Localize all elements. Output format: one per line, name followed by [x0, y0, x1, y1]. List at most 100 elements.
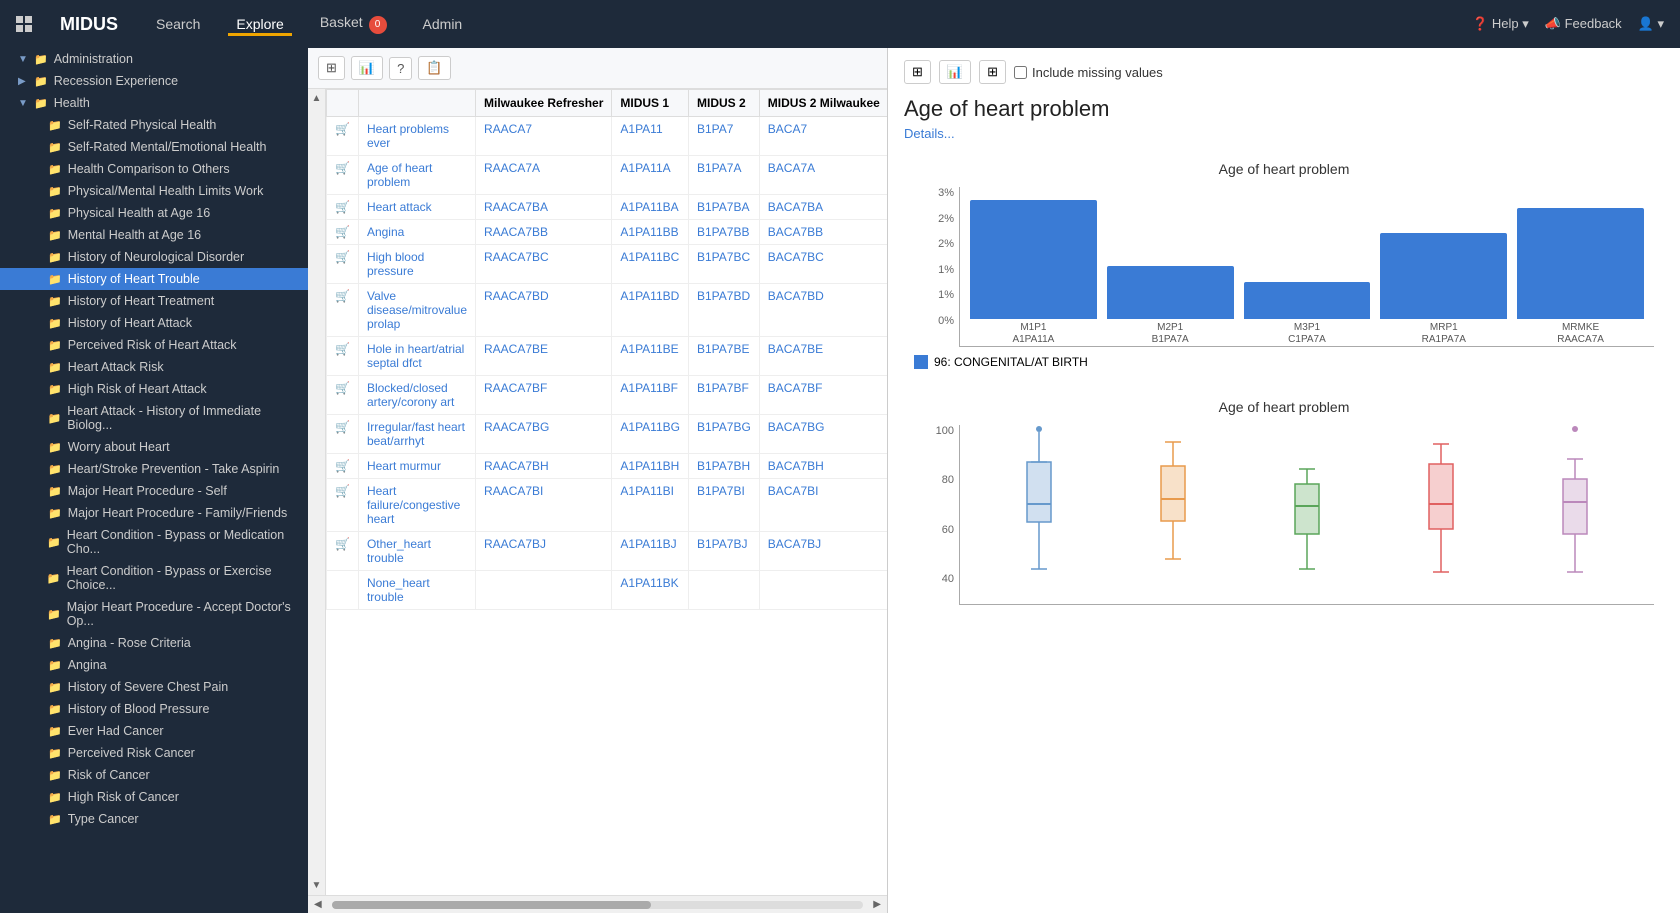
cart-icon[interactable]: 🛒 — [335, 420, 350, 434]
sidebar-item-health[interactable]: ▼ 📁 Health — [0, 92, 308, 114]
sidebar-item-self-mental[interactable]: 📁 Self-Rated Mental/Emotional Health — [0, 136, 308, 158]
var-code-link[interactable]: BACA7BB — [768, 225, 823, 239]
var-code-cell[interactable]: A1PA11BE — [612, 337, 689, 376]
var-code-cell[interactable]: B1PA7BD — [688, 284, 759, 337]
cart-icon[interactable]: 🛒 — [335, 225, 350, 239]
var-code-cell[interactable]: RAACA7BG — [476, 415, 612, 454]
sidebar-item-major-heart-family[interactable]: 📁 Major Heart Procedure - Family/Friends — [0, 502, 308, 524]
nav-search[interactable]: Search — [148, 12, 208, 36]
var-code-cell[interactable]: BACA7BA — [759, 195, 887, 220]
cart-cell[interactable]: 🛒 — [327, 220, 359, 245]
var-code-cell[interactable]: RAACA7BB — [476, 220, 612, 245]
var-code-link[interactable]: A1PA11BJ — [620, 537, 676, 551]
sidebar-item-heart-trouble[interactable]: 📁 History of Heart Trouble — [0, 268, 308, 290]
var-code-link[interactable]: RAACA7BD — [484, 289, 549, 303]
sidebar-item-aspirin[interactable]: 📁 Heart/Stroke Prevention - Take Aspirin — [0, 458, 308, 480]
var-code-cell[interactable]: B1PA7BC — [688, 245, 759, 284]
var-code-link[interactable]: BACA7BC — [768, 250, 824, 264]
var-code-link[interactable]: B1PA7BE — [697, 342, 749, 356]
var-code-link[interactable]: RAACA7A — [484, 161, 540, 175]
var-code-link[interactable]: A1PA11BF — [620, 381, 678, 395]
var-code-cell[interactable]: RAACA7BH — [476, 454, 612, 479]
chart-details-link[interactable]: Details... — [904, 126, 1664, 141]
var-code-link[interactable]: B1PA7BC — [697, 250, 750, 264]
cart-cell[interactable]: 🛒 — [327, 245, 359, 284]
var-link[interactable]: Irregular/fast heart beat/arrhyt — [367, 420, 465, 448]
sidebar-item-neuro[interactable]: 📁 History of Neurological Disorder — [0, 246, 308, 268]
var-code-link[interactable]: RAACA7BJ — [484, 537, 546, 551]
var-code-cell[interactable]: BACA7A — [759, 156, 887, 195]
feedback-link[interactable]: 📣 Feedback — [1545, 16, 1622, 32]
var-code-cell[interactable]: BACA7BD — [759, 284, 887, 337]
var-code-cell[interactable]: BACA7BE — [759, 337, 887, 376]
sidebar-item-angina-rose[interactable]: 📁 Angina - Rose Criteria — [0, 632, 308, 654]
var-code-link[interactable]: RAACA7BB — [484, 225, 548, 239]
var-link[interactable]: High blood pressure — [367, 250, 424, 278]
var-code-link[interactable]: B1PA7BD — [697, 289, 750, 303]
var-code-link[interactable]: BACA7BH — [768, 459, 824, 473]
var-code-cell[interactable]: A1PA11 — [612, 117, 689, 156]
var-code-cell[interactable]: A1PA11BF — [612, 376, 689, 415]
var-code-cell[interactable]: RAACA7 — [476, 117, 612, 156]
sidebar-item-physical-age16[interactable]: 📁 Physical Health at Age 16 — [0, 202, 308, 224]
sidebar-item-heart-attack-history[interactable]: 📁 History of Heart Attack — [0, 312, 308, 334]
var-link[interactable]: Age of heart problem — [367, 161, 432, 189]
sidebar-item-ever-cancer[interactable]: 📁 Ever Had Cancer — [0, 720, 308, 742]
sidebar-item-blood-pressure[interactable]: 📁 History of Blood Pressure — [0, 698, 308, 720]
var-code-link[interactable]: RAACA7BG — [484, 420, 549, 434]
download-btn[interactable]: 📋 — [418, 56, 450, 80]
var-code-cell[interactable]: BACA7 — [759, 117, 887, 156]
var-code-link[interactable]: B1PA7BA — [697, 200, 749, 214]
sidebar-item-bypass-ex[interactable]: 📁 Heart Condition - Bypass or Exercise C… — [0, 560, 308, 596]
sidebar-item-physical-mental-limits[interactable]: 📁 Physical/Mental Health Limits Work — [0, 180, 308, 202]
var-code-link[interactable]: B1PA7BG — [697, 420, 751, 434]
var-code-link[interactable]: RAACA7BA — [484, 200, 548, 214]
chart-view-btn[interactable]: 📊 — [351, 56, 383, 80]
cart-icon[interactable]: 🛒 — [335, 484, 350, 498]
var-code-cell[interactable]: A1PA11A — [612, 156, 689, 195]
var-code-cell[interactable]: B1PA7BA — [688, 195, 759, 220]
app-grid-icon[interactable] — [16, 16, 32, 32]
var-code-link[interactable]: BACA7BF — [768, 381, 823, 395]
var-code-cell[interactable]: A1PA11BJ — [612, 532, 689, 571]
var-code-link[interactable]: B1PA7BH — [697, 459, 750, 473]
table-scroll[interactable]: Milwaukee Refresher MIDUS 1 MIDUS 2 MIDU… — [326, 89, 887, 895]
cart-cell[interactable]: 🛒 — [327, 284, 359, 337]
var-code-link[interactable]: BACA7BA — [768, 200, 823, 214]
chart-bar-btn[interactable]: 📊 — [939, 60, 971, 84]
var-link[interactable]: Other_heart trouble — [367, 537, 431, 565]
sidebar-item-type-cancer[interactable]: 📁 Type Cancer — [0, 808, 308, 830]
cart-cell[interactable]: 🛒 — [327, 156, 359, 195]
cart-cell[interactable]: 🛒 — [327, 337, 359, 376]
var-code-cell[interactable]: BACA7BH — [759, 454, 887, 479]
sidebar-item-self-physical[interactable]: 📁 Self-Rated Physical Health — [0, 114, 308, 136]
var-code-cell[interactable]: A1PA11BI — [612, 479, 689, 532]
sidebar-item-major-heart-self[interactable]: 📁 Major Heart Procedure - Self — [0, 480, 308, 502]
var-link[interactable]: Hole in heart/atrial septal dfct — [367, 342, 464, 370]
var-code-link[interactable]: BACA7A — [768, 161, 815, 175]
var-code-cell[interactable]: BACA7BG — [759, 415, 887, 454]
sidebar-item-recession[interactable]: ▶ 📁 Recession Experience — [0, 70, 308, 92]
var-link[interactable]: Blocked/closed artery/corony art — [367, 381, 454, 409]
var-code-cell[interactable]: BACA7BC — [759, 245, 887, 284]
var-code-cell[interactable]: B1PA7BE — [688, 337, 759, 376]
var-code-link[interactable]: B1PA7BI — [697, 484, 745, 498]
nav-admin[interactable]: Admin — [415, 12, 471, 36]
sidebar-item-heart-bio[interactable]: 📁 Heart Attack - History of Immediate Bi… — [0, 400, 308, 436]
var-link[interactable]: Heart murmur — [367, 459, 441, 473]
var-code-cell[interactable]: B1PA7BG — [688, 415, 759, 454]
sidebar-item-severe-chest[interactable]: 📁 History of Severe Chest Pain — [0, 676, 308, 698]
var-code-cell[interactable]: A1PA11BB — [612, 220, 689, 245]
var-code-link[interactable]: A1PA11BD — [620, 289, 679, 303]
var-code-cell[interactable]: B1PA7BB — [688, 220, 759, 245]
var-code-cell[interactable]: A1PA11BH — [612, 454, 689, 479]
var-code-link[interactable]: A1PA11BI — [620, 484, 674, 498]
var-code-cell[interactable]: A1PA11BC — [612, 245, 689, 284]
var-link[interactable]: None_heart trouble — [367, 576, 430, 604]
sidebar-item-heart-treatment[interactable]: 📁 History of Heart Treatment — [0, 290, 308, 312]
var-code-link[interactable]: RAACA7 — [484, 122, 532, 136]
nav-basket[interactable]: Basket 0 — [312, 10, 395, 38]
var-link[interactable]: Heart attack — [367, 200, 432, 214]
cart-cell[interactable]: 🛒 — [327, 195, 359, 220]
var-code-link[interactable]: RAACA7BH — [484, 459, 549, 473]
